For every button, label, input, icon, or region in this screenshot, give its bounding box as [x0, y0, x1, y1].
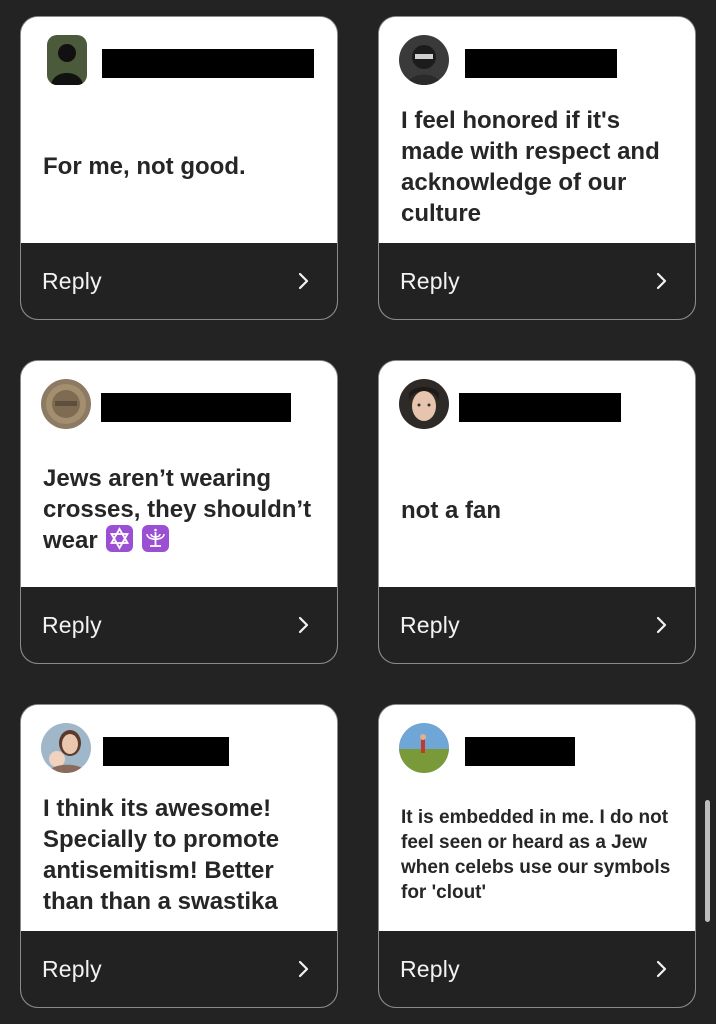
chevron-right-icon — [656, 960, 667, 978]
redacted-username — [459, 393, 621, 422]
card-body: Jews aren’t wearing crosses, they should… — [21, 361, 337, 589]
reply-button[interactable]: Reply — [379, 243, 695, 319]
card-body: I think its awesome! Specially to promot… — [21, 705, 337, 933]
menorah-emoji — [142, 525, 170, 552]
reply-label: Reply — [42, 267, 102, 294]
chevron-right-icon — [656, 616, 667, 634]
reply-button[interactable]: Reply — [21, 243, 337, 319]
reply-card: Jews aren’t wearing crosses, they should… — [20, 360, 338, 664]
reply-button[interactable]: Reply — [379, 931, 695, 1007]
mother-child-avatar-icon[interactable] — [41, 723, 91, 773]
star-of-david-emoji — [106, 525, 134, 552]
card-body: not a fan — [379, 361, 695, 589]
field-landscape-avatar-icon[interactable] — [399, 723, 449, 773]
reply-message: not a fan — [401, 497, 501, 524]
reply-button[interactable]: Reply — [379, 587, 695, 663]
reply-card: I feel honored if it's made with respect… — [378, 16, 696, 320]
reply-card: It is embedded in me. I do not feel seen… — [378, 704, 696, 1008]
scrollbar[interactable] — [705, 800, 710, 922]
chevron-right-icon — [298, 960, 309, 978]
chevron-right-icon — [656, 272, 667, 290]
story-replies-grid: For me, not good. Reply I feel honored i… — [0, 0, 716, 1024]
card-body: For me, not good. — [21, 17, 337, 245]
reply-message: Jews aren’t wearing crosses, they should… — [43, 463, 319, 556]
reply-message: I think its awesome! Specially to promot… — [43, 795, 280, 915]
card-body: It is embedded in me. I do not feel seen… — [379, 705, 695, 933]
reply-button[interactable]: Reply — [21, 587, 337, 663]
redacted-username — [103, 737, 229, 766]
chevron-right-icon — [298, 616, 309, 634]
redacted-username — [465, 737, 575, 766]
card-body: I feel honored if it's made with respect… — [379, 17, 695, 245]
reply-card: not a fan Reply — [378, 360, 696, 664]
reply-label: Reply — [400, 267, 460, 294]
reply-message: For me, not good. — [43, 153, 246, 180]
chevron-right-icon — [298, 272, 309, 290]
masked-person-avatar-icon[interactable] — [399, 35, 449, 85]
reply-label: Reply — [42, 955, 102, 982]
reply-label: Reply — [400, 611, 460, 638]
reply-label: Reply — [42, 611, 102, 638]
reply-message: I feel honored if it's made with respect… — [401, 107, 660, 227]
reply-card: For me, not good. Reply — [20, 16, 338, 320]
reply-button[interactable]: Reply — [21, 931, 337, 1007]
redacted-username — [101, 393, 291, 422]
coin-avatar-icon[interactable] — [41, 379, 91, 429]
reply-label: Reply — [400, 955, 460, 982]
reply-card: I think its awesome! Specially to promot… — [20, 704, 338, 1008]
reply-message-text: Jews aren’t wearing crosses, they should… — [43, 465, 312, 554]
reply-message: It is embedded in me. I do not feel seen… — [401, 807, 671, 903]
silhouette-avatar-icon[interactable] — [47, 35, 87, 85]
redacted-username — [465, 49, 617, 78]
woman-portrait-avatar-icon[interactable] — [399, 379, 449, 429]
redacted-username — [102, 49, 314, 78]
